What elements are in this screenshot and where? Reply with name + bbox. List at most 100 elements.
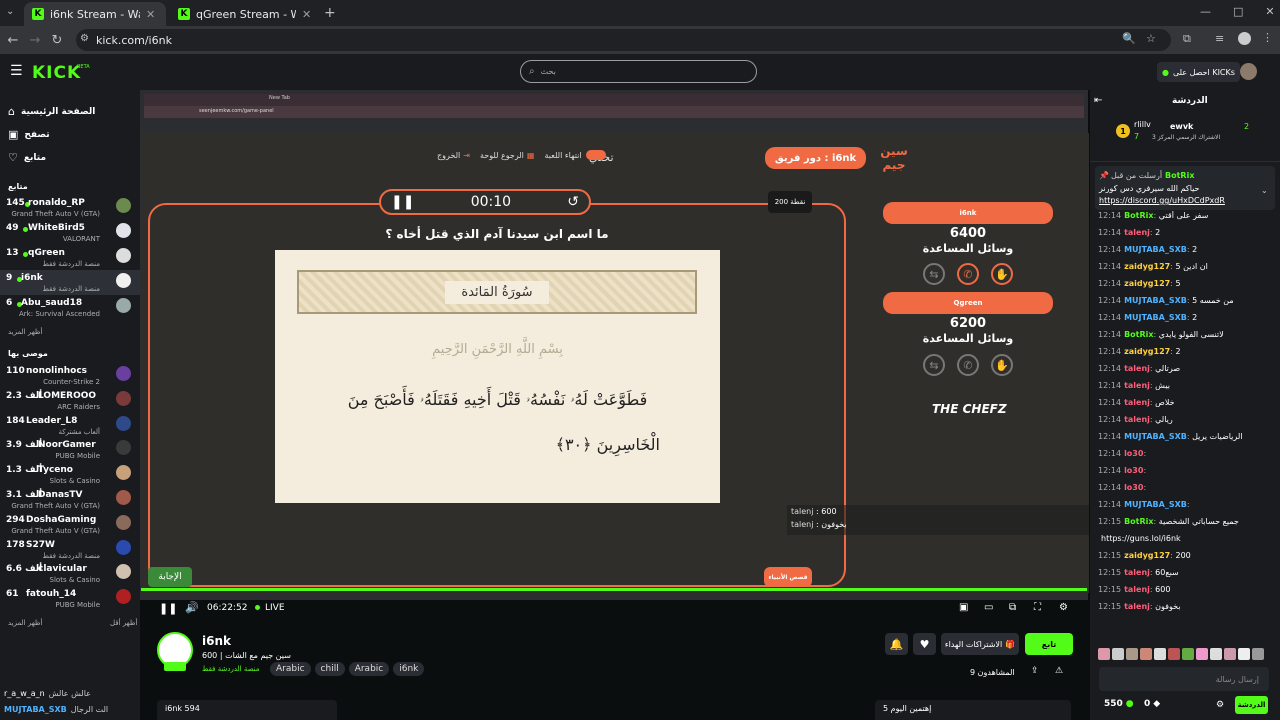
media-icon[interactable]: ≡ [1215, 32, 1224, 45]
chat-username[interactable]: MUJTABA_SXB [1124, 500, 1187, 509]
share-icon[interactable]: ⇪ [1031, 666, 1039, 676]
chat-username[interactable]: zaidyg127 [1124, 347, 1170, 356]
bookmark-star-icon[interactable]: ☆ [1146, 32, 1156, 45]
search-input[interactable]: ⌕ بحث [520, 60, 757, 83]
call-help-icon[interactable]: ✆ [957, 263, 979, 285]
new-tab-icon[interactable]: + [324, 5, 336, 21]
user-avatar[interactable] [1240, 63, 1257, 80]
hand-help-icon[interactable]: ✋ [991, 263, 1013, 285]
browser-tab-active[interactable]: K i6nk Stream - Watch Live o ✕ [24, 2, 166, 26]
followed-channel[interactable]: 49 WhiteBird5 VALORANT [0, 220, 140, 245]
back-to-board-button[interactable]: ▦ الرجوع للوحة [480, 151, 534, 160]
recommended-channel[interactable]: 3.9 ألف NoorGamer PUBG Mobile [0, 437, 140, 462]
chat-username[interactable]: zaidyg127 [1124, 262, 1170, 271]
pause-icon[interactable]: ❚❚ [391, 194, 414, 210]
chat-username[interactable]: talenj [1124, 381, 1150, 390]
reload-icon[interactable]: ↻ [46, 33, 68, 48]
recommended-channel[interactable]: 1.3 ألف Tyceno Slots & Casino [0, 462, 140, 487]
chat-username[interactable]: MUJTABA_SXB [1124, 432, 1187, 441]
emote-icon[interactable] [1140, 648, 1152, 660]
chat-username[interactable]: talenj [1124, 585, 1150, 594]
maximize-icon[interactable]: □ [1233, 5, 1243, 18]
profile-avatar[interactable] [1238, 32, 1251, 45]
chat-username[interactable]: talenj [1124, 398, 1150, 407]
recommended-channel[interactable]: 2.3 ألف LOMEROOO ARC Raiders [0, 388, 140, 413]
recommended-channel[interactable]: 184 Leader_L8 ألعاب مشتركة [0, 413, 140, 438]
emote-icon[interactable] [1168, 648, 1180, 660]
chat-username[interactable]: MUJTABA_SXB [1124, 313, 1187, 322]
chat-username[interactable]: talenj [1124, 602, 1150, 611]
gift-subs-button[interactable]: الاشتراكات الهداء 🎁 [941, 633, 1019, 655]
fullscreen-icon[interactable]: ⛶ [1034, 602, 1041, 613]
hand-help-icon[interactable]: ✋ [991, 354, 1013, 376]
chat-username[interactable]: talenj [1124, 228, 1150, 237]
recommended-channel[interactable]: 6.6 ألف clavicular Slots & Casino [0, 561, 140, 586]
minimize-icon[interactable]: — [1200, 5, 1211, 18]
kick-points[interactable]: 550 ● [1104, 699, 1134, 709]
chat-username[interactable]: zaidyg127 [1124, 551, 1170, 560]
emote-icon[interactable] [1154, 648, 1166, 660]
pause-button[interactable]: ❚❚ [159, 602, 177, 615]
url-field[interactable]: ⚙ kick.com/i6nk 🔍 ☆ [76, 29, 1171, 51]
theater-icon[interactable]: ▭ [984, 602, 993, 613]
show-less-link[interactable]: أظهر أقل [110, 619, 137, 627]
pinned-link[interactable]: https://discord.gg/uHxDCdPxdR [1099, 196, 1225, 205]
expand-pinned-icon[interactable]: ⌄ [1261, 186, 1268, 195]
chat-settings-icon[interactable]: ⚙ [1216, 700, 1224, 710]
chat-username[interactable]: talenj [1124, 568, 1150, 577]
tag[interactable]: i6nk [393, 662, 425, 676]
top-gifters-tab[interactable]: إهتمين اليوم 5 [875, 700, 1071, 720]
close-tab-icon[interactable]: ✕ [302, 8, 311, 21]
emote-icon[interactable] [1182, 648, 1194, 660]
chat-username[interactable]: BotRix [1124, 211, 1153, 220]
followed-channel-selected[interactable]: 9 i6nk منصة الدردشة فقط [0, 270, 140, 295]
chat-username[interactable]: talenj [1124, 415, 1150, 424]
reset-timer-icon[interactable]: ↺ [567, 194, 579, 210]
heart-icon[interactable]: ♥ [913, 633, 936, 655]
switch-help-icon[interactable]: ⇆ [923, 263, 945, 285]
recommended-channel[interactable]: 61 fatouh_14 PUBG Mobile [0, 586, 140, 611]
call-help-icon[interactable]: ✆ [957, 354, 979, 376]
emote-icon[interactable] [1196, 648, 1208, 660]
back-icon[interactable]: ← [2, 33, 24, 48]
followed-channel[interactable]: 145 ronaldo_RP Grand Theft Auto V (GTA) [0, 195, 140, 220]
emote-icon[interactable] [1224, 648, 1236, 660]
end-game-toggle[interactable]: انتهاء اللعبة [544, 150, 606, 160]
menu-dots-icon[interactable]: ⋮ [1262, 31, 1273, 44]
chat-leaderboard-tab[interactable]: i6nk 594 [157, 700, 337, 720]
recommended-channel[interactable]: 110 nonolinhocs Counter-Strike 2 [0, 363, 140, 388]
chat-username[interactable]: lo30 [1124, 483, 1143, 492]
clip-icon[interactable]: ▣ [959, 602, 968, 613]
extensions-icon[interactable]: ⧉ [1183, 32, 1191, 46]
send-chat-button[interactable]: الدردشة [1235, 696, 1268, 714]
followed-channel[interactable]: 13 qGreen منصة الدردشة فقط [0, 245, 140, 270]
chat-username[interactable]: zaidyg127 [1124, 279, 1170, 288]
exit-button[interactable]: ⇥ الخروج [437, 151, 470, 160]
forward-icon[interactable]: → [24, 33, 46, 48]
nav-following[interactable]: ♡ متابع [8, 146, 128, 169]
recommended-channel[interactable]: 178 S27W منصة الدردشة فقط [0, 537, 140, 562]
answer-button[interactable]: الإجابة [148, 567, 192, 587]
volume-icon[interactable]: 🔊 [185, 601, 199, 614]
settings-gear-icon[interactable]: ⚙ [1059, 602, 1068, 613]
chat-username[interactable]: MUJTABA_SXB [1124, 245, 1187, 254]
recommended-channel[interactable]: 3.1 ألف DanasTV Grand Theft Auto V (GTA) [0, 487, 140, 512]
tag[interactable]: Arabic [348, 662, 390, 676]
browser-tab[interactable]: K qGreen Stream - Watch Live o ✕ [170, 2, 320, 26]
close-window-icon[interactable]: ✕ [1265, 5, 1274, 18]
stream-progress-bar[interactable] [141, 588, 1087, 591]
hamburger-menu-icon[interactable]: ☰ [10, 63, 23, 79]
chat-input[interactable]: إرسال رسالة [1099, 667, 1269, 691]
stream-category[interactable]: منصة الدردشة فقط [202, 665, 260, 673]
switch-help-icon[interactable]: ⇆ [923, 354, 945, 376]
kick-logo[interactable]: KICK [32, 63, 81, 83]
close-tab-icon[interactable]: ✕ [146, 8, 155, 21]
emote-icon[interactable] [1126, 648, 1138, 660]
miniplayer-icon[interactable]: ⧉ [1009, 602, 1016, 613]
get-kicks-button[interactable]: ● احصل على KICKs [1157, 62, 1240, 82]
tag[interactable]: chill [314, 662, 345, 676]
tab-list-icon[interactable]: ⌄ [6, 6, 14, 17]
chat-username[interactable]: lo30 [1124, 449, 1143, 458]
nav-home[interactable]: ⌂ الصفحة الرئيسية [8, 100, 128, 123]
notify-bell-icon[interactable]: 🔔 [885, 633, 908, 655]
